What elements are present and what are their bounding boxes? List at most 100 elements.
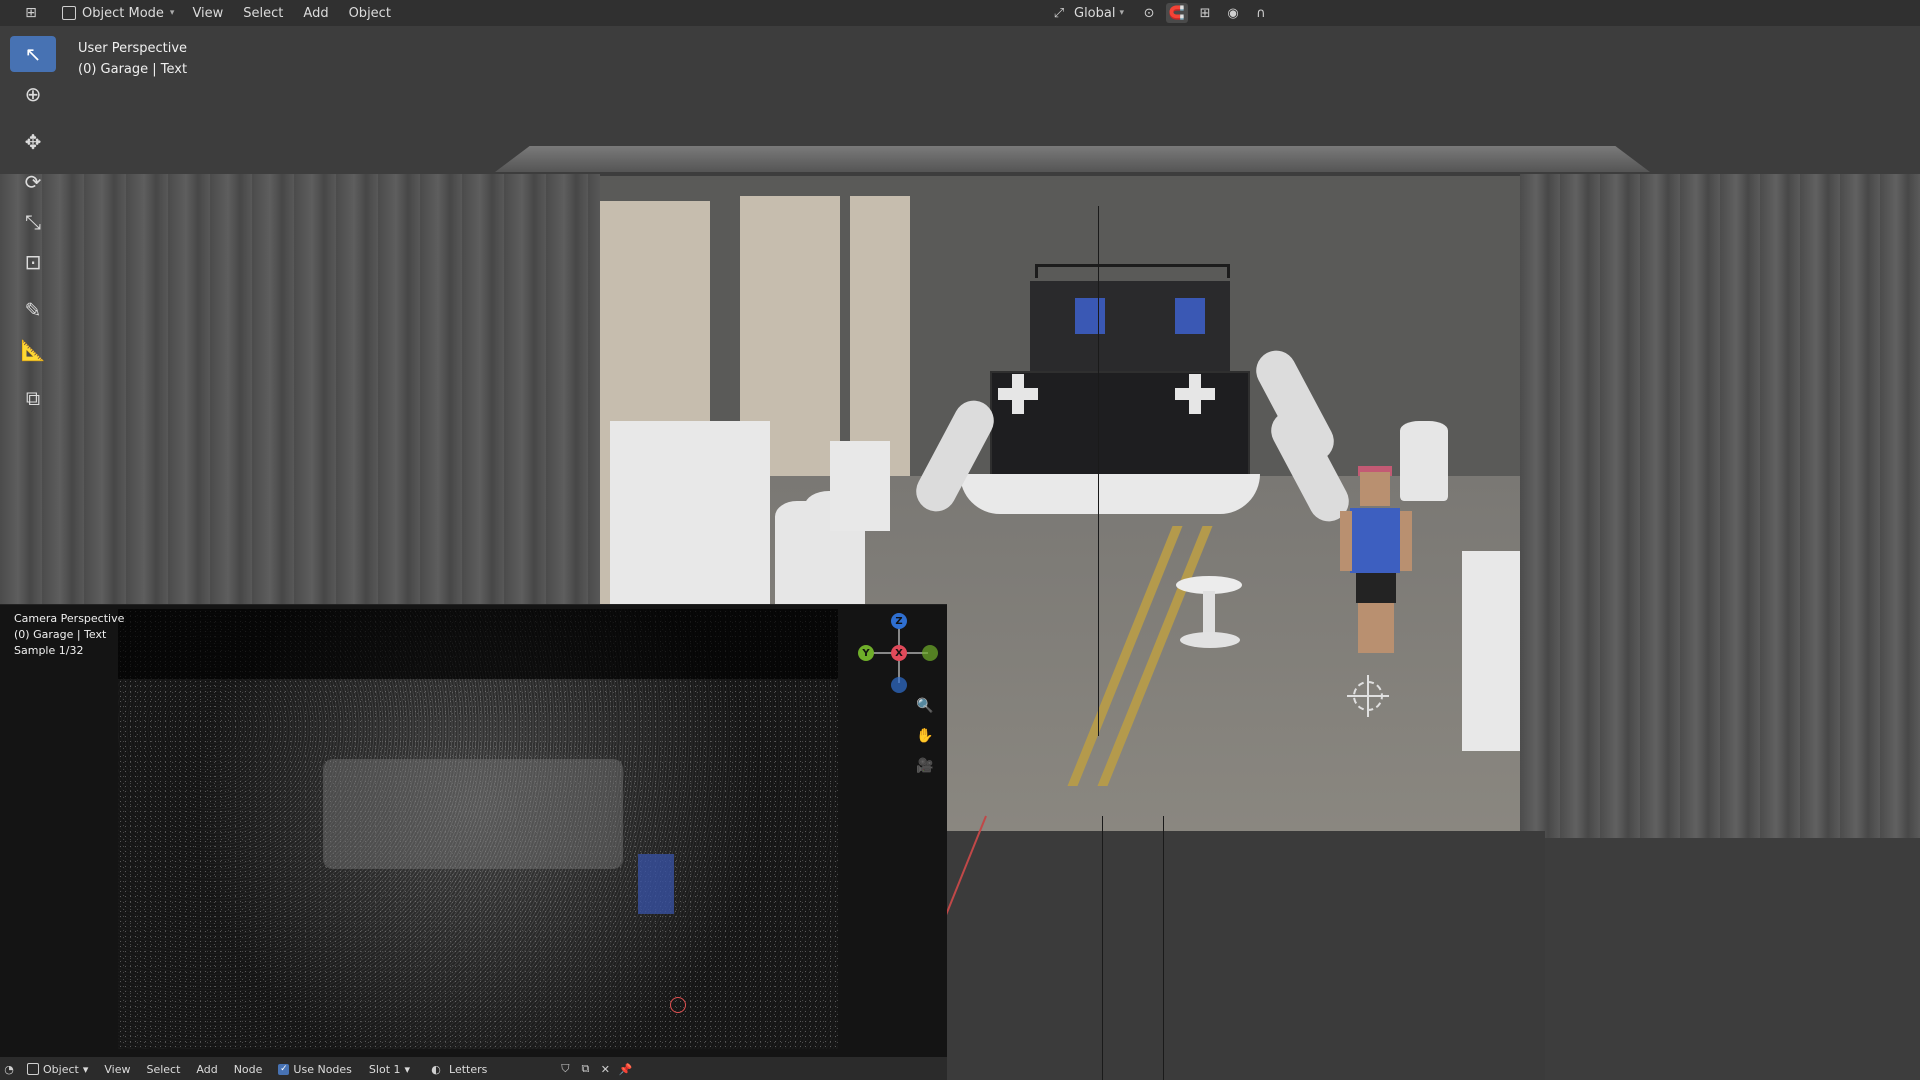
snap-icon[interactable]: 🧲 — [1166, 3, 1189, 23]
viewport-collection: (0) Garage | Text — [78, 62, 188, 77]
person-head — [1360, 472, 1390, 506]
shield-icon[interactable]: ⛉ — [556, 1060, 574, 1078]
camera-perspective: Camera Perspective — [14, 612, 125, 625]
zoom-icon[interactable]: 🔍 — [914, 695, 936, 717]
truck-underbody — [960, 474, 1260, 514]
gizmo-neg-y-handle[interactable] — [922, 645, 938, 661]
orientation-label: Global — [1074, 5, 1116, 21]
slot-selector[interactable]: Slot 1 ▾ — [361, 1063, 418, 1076]
slot-label: Slot 1 — [368, 1062, 401, 1076]
object-mode-icon — [27, 1063, 39, 1075]
white-cylinder — [1400, 421, 1448, 501]
footer-menu-add[interactable]: Add — [189, 1063, 224, 1076]
white-box — [1462, 551, 1520, 751]
render-person — [638, 854, 674, 914]
white-box — [830, 441, 890, 531]
camera-viewport[interactable]: Camera Perspective (0) Garage | Text Sam… — [0, 604, 947, 1080]
render-sample: Sample 1/32 — [14, 644, 84, 657]
navigation-gizmo[interactable]: Z Y X — [858, 613, 938, 693]
object-mode-selector[interactable]: Object ▾ — [20, 1063, 95, 1076]
pivot-icon[interactable]: ⊙ — [1138, 3, 1160, 23]
object-line — [1163, 816, 1164, 1080]
chevron-down-icon: ▾ — [1119, 8, 1125, 18]
cursor-icon[interactable]: ⊕ — [10, 76, 56, 112]
person-arm — [1340, 511, 1352, 571]
pin-icon[interactable]: 📌 — [616, 1060, 634, 1078]
footer-menu-node[interactable]: Node — [227, 1063, 270, 1076]
person-legs — [1358, 603, 1394, 653]
menu-select[interactable]: Select — [233, 2, 293, 24]
pan-hand-icon[interactable]: ✋ — [914, 725, 936, 747]
person-shorts — [1356, 573, 1396, 603]
transform-icon[interactable]: ⊡ — [10, 244, 56, 280]
move-icon[interactable]: ✥ — [10, 124, 56, 160]
truck-seat — [1075, 298, 1105, 334]
menu-view[interactable]: View — [182, 2, 233, 24]
camera-render-preview — [118, 609, 838, 1049]
add-cube-icon[interactable]: ⧉ — [10, 380, 56, 416]
garage-ceiling — [495, 146, 1650, 172]
rotate-icon[interactable]: ⟳ — [10, 164, 56, 200]
floor-underside — [945, 831, 1545, 1080]
object-line — [1102, 816, 1103, 1080]
falloff-icon[interactable]: ∩ — [1250, 3, 1272, 23]
orientation-icon: ⤢ — [1053, 5, 1065, 21]
duplicate-icon[interactable]: ⧉ — [576, 1060, 594, 1078]
chevron-down-icon: ▾ — [169, 8, 175, 18]
annotate-icon[interactable]: ✎ — [10, 292, 56, 328]
menu-object[interactable]: Object — [339, 2, 401, 24]
viewport-info: User Perspective (0) Garage | Text — [78, 38, 187, 80]
proportional-edit-icon[interactable]: ◉ — [1222, 3, 1244, 23]
mode-selector[interactable]: Object Mode ▾ — [54, 2, 182, 24]
editor-type-icon[interactable]: ⊞ — [14, 2, 48, 24]
gizmo-neg-z-handle[interactable] — [891, 677, 907, 693]
select-box-icon[interactable]: ↖ — [10, 36, 56, 72]
close-icon[interactable]: ✕ — [596, 1060, 614, 1078]
stool-base — [1180, 632, 1240, 648]
stool-leg — [1203, 591, 1215, 636]
white-box — [610, 421, 770, 631]
gizmo-y-handle[interactable]: Y — [858, 645, 874, 661]
snap-target-icon[interactable]: ⊞ — [1194, 3, 1216, 23]
use-nodes-label: Use Nodes — [293, 1062, 352, 1076]
camera-collection: (0) Garage | Text — [14, 628, 107, 641]
material-sphere-icon: ◐ — [431, 1062, 441, 1076]
person-arm — [1400, 511, 1412, 571]
object-line — [1098, 206, 1099, 736]
menu-add[interactable]: Add — [293, 2, 338, 24]
render-ceiling — [118, 609, 838, 679]
camera-footer-bar: ◔ Object ▾ View Select Add Node ✓ Use No… — [0, 1057, 947, 1080]
measure-icon[interactable]: 📐 — [10, 332, 56, 368]
footer-mode-label: Object — [43, 1062, 79, 1076]
use-nodes-toggle[interactable]: ✓ Use Nodes — [271, 1063, 359, 1076]
gizmo-z-handle[interactable]: Z — [891, 613, 907, 629]
editor-type-icon[interactable]: ◔ — [0, 1060, 18, 1078]
material-name: Letters — [449, 1062, 488, 1076]
object-mode-icon — [62, 6, 76, 20]
chevron-down-icon: ▾ — [82, 1062, 89, 1076]
camera-info: Camera Perspective (0) Garage | Text Sam… — [14, 611, 124, 659]
3d-cursor-icon — [670, 997, 686, 1013]
footer-menu-view[interactable]: View — [97, 1063, 137, 1076]
scale-icon[interactable]: ⤡ — [10, 204, 56, 240]
render-truck — [323, 759, 623, 869]
garage-right-wall — [1520, 174, 1920, 838]
orientation-selector[interactable]: ⤢ Global ▾ — [1040, 2, 1132, 24]
truck-body — [990, 371, 1250, 481]
viewport-perspective: User Perspective — [78, 41, 188, 56]
viewport-nav-buttons: 🔍 ✋ 🎥 — [914, 695, 936, 777]
tool-shelf: ↖ ⊕ ✥ ⟳ ⤡ ⊡ ✎ 📐 ⧉ — [10, 36, 56, 416]
chevron-down-icon: ▾ — [404, 1062, 411, 1076]
truck-roof-rack — [1035, 264, 1230, 278]
truck-seat — [1175, 298, 1205, 334]
garage-left-wall — [0, 174, 600, 628]
footer-menu-select[interactable]: Select — [139, 1063, 187, 1076]
3d-cursor-icon[interactable] — [1347, 675, 1389, 717]
gizmo-x-handle[interactable]: X — [891, 645, 907, 661]
camera-view-icon[interactable]: 🎥 — [914, 755, 936, 777]
material-selector[interactable]: ◐ Letters — [420, 1060, 494, 1078]
top-header: ⊞ Object Mode ▾ View Select Add Object ⤢… — [0, 0, 1920, 26]
transform-controls: ⤢ Global ▾ ⊙ 🧲 ⊞ ◉ ∩ — [1040, 2, 1272, 24]
mode-label: Object Mode — [82, 5, 164, 21]
blender-window: ⊞ Object Mode ▾ View Select Add Object ⤢… — [0, 0, 1920, 1080]
